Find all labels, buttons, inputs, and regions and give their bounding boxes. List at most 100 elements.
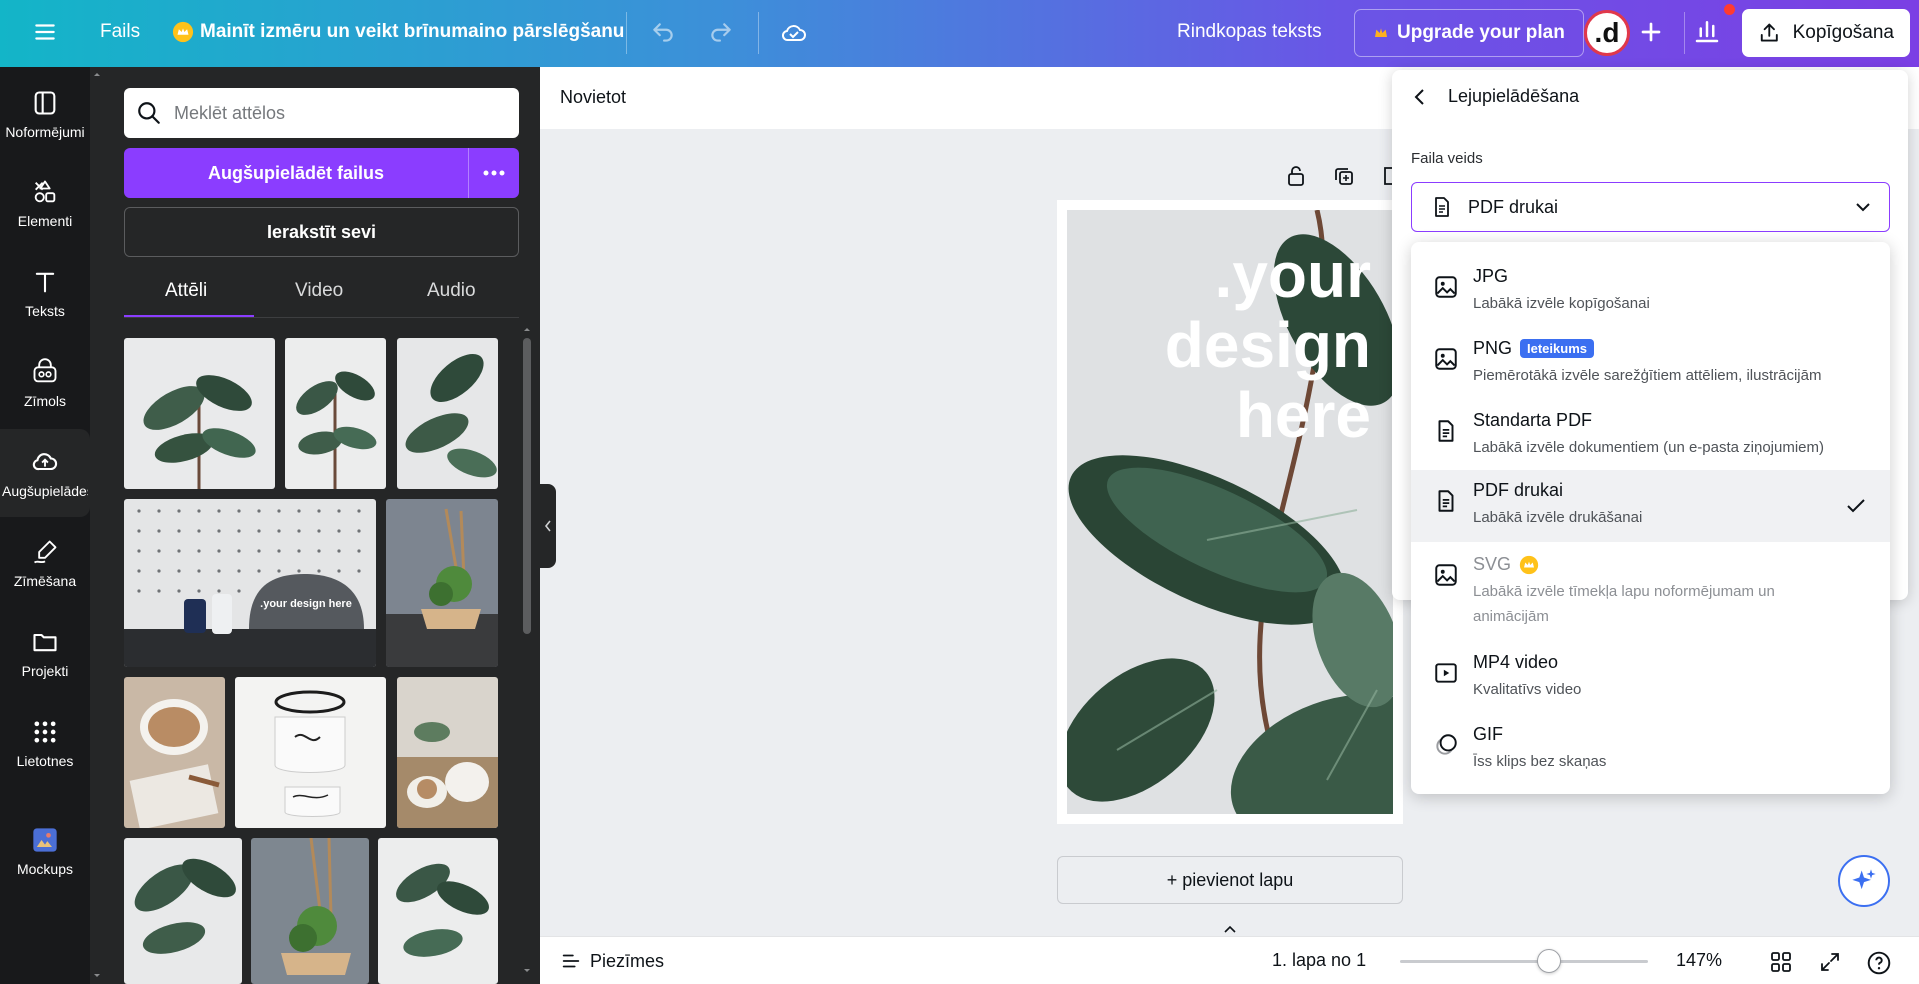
uploaded-image[interactable] [124,677,225,828]
insights-button[interactable] [1692,16,1722,46]
sidebar-item-label: Mockups [16,860,74,877]
sidebar-item-9[interactable]: Mockups [0,807,90,895]
search-box[interactable] [124,88,519,138]
bar-chart-icon [1695,21,1719,43]
uploaded-image[interactable] [235,677,386,828]
upload-files-button[interactable]: Augšupielādēt failus [124,148,519,198]
document-icon [1438,490,1454,512]
share-button[interactable]: Kopīgošana [1742,9,1910,57]
file-type-option-standard-pdf[interactable]: Standarta PDF Labākā izvēle dokumentiem … [1411,400,1890,470]
upgrade-label: Upgrade your plan [1397,22,1565,43]
back-button[interactable] [1410,86,1430,108]
uploaded-image[interactable] [285,338,386,489]
scrollbar-thumb[interactable] [523,338,531,634]
divider [1684,12,1685,54]
file-type-option-pdf-print[interactable]: PDF drukai Labākā izvēle drukāšanai [1411,470,1890,542]
uploaded-image[interactable] [251,838,369,984]
uploaded-image[interactable] [124,338,275,489]
tab-video[interactable]: Video [295,280,343,302]
design-page[interactable]: .your design here [1057,200,1403,824]
duplicate-icon[interactable] [1332,164,1356,188]
avatar[interactable]: .d [1584,10,1630,56]
redo-button[interactable] [708,20,734,46]
file-type-value: PDF drukai [1468,196,1559,217]
panel-scroll-up-icon [94,73,100,76]
sidebar-item-5[interactable]: Augšupielādes [0,429,90,517]
headline-line: design [1164,309,1371,381]
active-tab-indicator [124,315,254,317]
sidebar-item-7[interactable]: Projekti [0,609,90,697]
notes-button[interactable]: Piezīmes [560,950,664,972]
option-description: Labākā izvēle dokumentiem (un e-pasta zi… [1473,439,1825,456]
file-type-option-mp4[interactable]: MP4 video Kvalitatīvs video [1411,642,1890,712]
uploaded-image[interactable] [397,338,498,489]
document-icon [1435,197,1449,217]
resize-promo-button[interactable]: Mainīt izmēru un veikt brīnumaino pārslē… [172,21,624,43]
panel-scrollbar[interactable] [521,320,533,980]
design-photo[interactable]: .your design here [1067,210,1393,814]
redo-icon [711,23,731,42]
option-name: GIF [1473,724,1503,744]
sidebar-item-8[interactable]: Lietotnes [0,699,90,787]
option-description: Piemērotākā izvēle sarežģītiem attēliem,… [1473,367,1822,384]
file-menu[interactable]: Fails [100,21,140,43]
grid-icon [1771,952,1791,972]
folder-icon [33,633,57,651]
video-icon [1435,663,1457,683]
sidebar-item-label: Noformējumi [5,123,85,140]
sidebar-item-1[interactable]: Noformējumi [0,70,90,158]
option-name: Standarta PDF [1473,410,1593,430]
document-title[interactable]: Rindkopas teksts [1177,21,1322,43]
mockup-bag-text: .your design here [260,598,352,610]
design-headline[interactable]: .your design here [1165,240,1371,450]
position-button[interactable]: Novietot [560,87,626,108]
apps-icon [34,721,56,742]
uploaded-image[interactable]: .your design here [124,499,376,667]
menu-button[interactable] [32,19,58,45]
sidebar-item-6[interactable]: Zīmēšana [0,519,90,607]
file-type-select[interactable]: PDF drukai [1411,182,1890,232]
file-type-option-svg[interactable]: SVG Labākā izvēle tīmekļa lapu noformēju… [1411,544,1890,640]
file-type-option-gif[interactable]: GIF Īss klips bez skaņas [1411,714,1890,784]
upload-more-button[interactable] [468,148,519,198]
image-icon [1435,276,1457,298]
plus-icon [1641,22,1661,42]
cloud-check-icon [781,25,806,41]
tab-images[interactable]: Attēli [165,280,207,302]
uploaded-image[interactable] [386,499,498,667]
cloud-save-status[interactable] [780,20,808,46]
image-icon [1435,348,1457,370]
uploaded-image[interactable] [124,838,242,984]
chevron-up-icon[interactable] [1223,924,1237,934]
hamburger-icon [35,24,55,40]
magic-assistant-button[interactable] [1838,855,1890,907]
upgrade-button[interactable]: Upgrade your plan [1354,9,1584,57]
search-input[interactable] [174,102,494,124]
record-yourself-button[interactable]: Ierakstīt sevi [124,207,519,257]
uploaded-image[interactable] [397,677,498,828]
zoom-slider[interactable] [1400,960,1648,963]
help-button[interactable] [1866,950,1892,976]
file-type-option-png[interactable]: PNG Ieteikums Piemērotākā izvēle sarežģīt… [1411,328,1890,398]
sidebar-item-3[interactable]: Teksts [0,249,90,337]
panel-scroll-down-icon [94,974,100,977]
lock-icon[interactable] [1284,164,1308,188]
undo-button[interactable] [650,20,676,46]
add-collaborator-button[interactable] [1635,16,1667,48]
tab-audio[interactable]: Audio [427,280,476,302]
page-tools [1284,164,1404,188]
headline-line: here [1235,379,1371,451]
collapse-panel-button[interactable] [540,484,556,568]
zoom-level[interactable]: 147% [1676,950,1722,971]
download-title: Lejupielādēšana [1448,86,1580,106]
page-indicator[interactable]: 1. lapa no 1 [1272,950,1366,971]
sidebar-item-4[interactable]: Zīmols [0,339,90,427]
zoom-slider-knob[interactable] [1536,949,1561,973]
file-type-option-jpg[interactable]: JPG Labākā izvēle kopīgošanai [1411,256,1890,326]
undo-icon [653,23,673,42]
fullscreen-button[interactable] [1818,950,1842,974]
grid-view-button[interactable] [1769,950,1793,974]
uploaded-image[interactable] [378,838,498,984]
sidebar-item-2[interactable]: Elementi [0,159,90,247]
add-page-button[interactable]: + pievienot lapu [1057,856,1403,904]
